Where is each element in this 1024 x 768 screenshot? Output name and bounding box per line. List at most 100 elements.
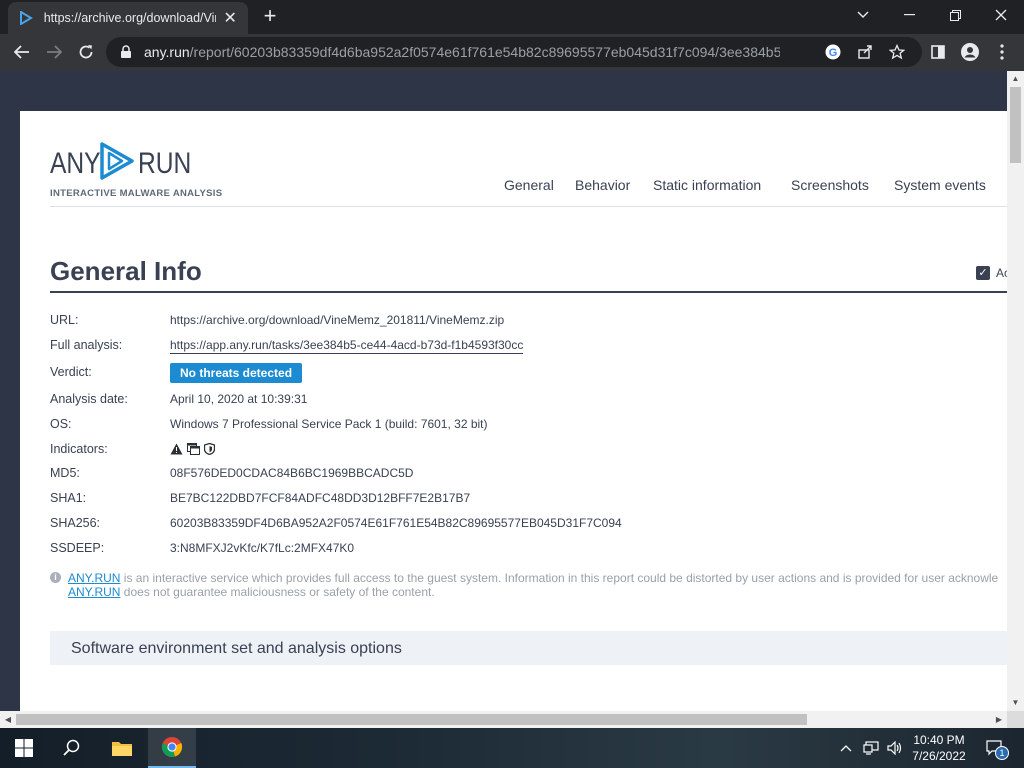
anyrun-logo[interactable]: ANY RUN INTERACTIVE MALWARE ANALYSIS: [50, 141, 222, 199]
os-value: Windows 7 Professional Service Pack 1 (b…: [170, 417, 488, 431]
nav-divider: [50, 206, 1010, 207]
nav-screenshots[interactable]: Screenshots: [791, 177, 869, 193]
url-host: any.run: [144, 44, 190, 60]
profile-avatar-icon[interactable]: [956, 38, 984, 66]
scrollbar-corner: [1007, 711, 1024, 728]
reload-button[interactable]: [72, 38, 100, 66]
row-label: SHA1:: [50, 491, 87, 505]
nav-system-events[interactable]: System events: [894, 177, 986, 193]
side-panel-icon[interactable]: [924, 38, 952, 66]
start-button[interactable]: [0, 728, 48, 768]
back-button[interactable]: [8, 38, 36, 66]
bookmark-star-icon[interactable]: [888, 43, 906, 61]
info-row-os: OS: Windows 7 Professional Service Pack …: [50, 417, 1010, 437]
vertical-scroll-thumb[interactable]: [1010, 87, 1021, 163]
row-label: MD5:: [50, 466, 80, 480]
windows-taskbar: 10:40 PM 7/26/2022 1: [0, 728, 1024, 768]
notification-count-badge: 1: [995, 746, 1009, 760]
menu-kebab-icon[interactable]: [988, 38, 1016, 66]
info-row-sha1: SHA1: BE7BC122DBD7FCF84ADFC48DD3D12BFF7E…: [50, 491, 1010, 511]
anyrun-link[interactable]: ANY.RUN: [68, 585, 120, 599]
network-icon[interactable]: [860, 728, 882, 768]
clock-date: 7/26/2022: [912, 749, 966, 763]
tab-close-icon[interactable]: ✕: [222, 8, 238, 28]
address-bar[interactable]: any.run /report/60203b83359df4d6ba952a2f…: [106, 37, 922, 67]
horizontal-scroll-thumb[interactable]: [16, 714, 807, 725]
new-tab-button[interactable]: +: [258, 5, 282, 28]
info-row-verdict: Verdict: No threats detected: [50, 363, 1010, 385]
row-label: URL:: [50, 313, 79, 327]
windows-stack-icon[interactable]: [187, 443, 200, 458]
info-row-analysis-date: Analysis date: April 10, 2020 at 10:39:3…: [50, 392, 1010, 412]
close-window-button[interactable]: [978, 0, 1024, 30]
sha256-value: 60203B83359DF4D6BA952A2F0574E61F761E54B8…: [170, 516, 622, 530]
anyrun-link[interactable]: ANY.RUN: [68, 571, 120, 585]
tray-chevron-up-icon[interactable]: [836, 728, 856, 768]
browser-toolbar: any.run /report/60203b83359df4d6ba952a2f…: [0, 34, 1024, 71]
verdict-badge: No threats detected: [170, 363, 303, 383]
file-explorer-icon[interactable]: [98, 728, 146, 768]
info-row-full-analysis: Full analysis: https://app.any.run/tasks…: [50, 338, 1010, 358]
info-row-ssdeep: SSDEEP: 3:N8MFXJ2vKfc/K7fLc:2MFX47K0: [50, 541, 1010, 561]
scroll-down-arrow-icon[interactable]: ▼: [1007, 695, 1024, 711]
taskbar-clock[interactable]: 10:40 PM 7/26/2022: [906, 732, 972, 764]
row-label: SSDEEP:: [50, 541, 105, 555]
full-analysis-link[interactable]: https://app.any.run/tasks/3ee384b5-ce44-…: [170, 338, 524, 354]
shield-icon[interactable]: [203, 442, 216, 458]
vertical-scrollbar[interactable]: ▲ ▼: [1007, 71, 1024, 711]
forward-button[interactable]: [40, 38, 68, 66]
nav-general[interactable]: General: [504, 177, 554, 193]
ssdeep-value: 3:N8MFXJ2vKfc/K7fLc:2MFX47K0: [170, 541, 355, 555]
checkbox-checked-icon[interactable]: ✓: [976, 266, 990, 280]
lock-icon[interactable]: [120, 44, 134, 60]
disclaimer-line-2: ANY.RUN does not guarantee maliciousness…: [68, 585, 435, 599]
disclaimer-text-1: is an interactive service which provides…: [120, 571, 999, 585]
info-row-md5: MD5: 08F576DED0CDAC84B6BC1969BBCADC5D: [50, 466, 1010, 486]
row-label: Indicators:: [50, 442, 108, 456]
disclaimer-text-2: does not guarantee maliciousness or safe…: [120, 585, 435, 599]
url-value: https://archive.org/download/VineMemz_20…: [170, 313, 505, 327]
chrome-taskbar-icon[interactable]: [148, 728, 196, 768]
logo-text-right: RUN: [138, 146, 192, 180]
general-info-title: General Info: [50, 256, 202, 286]
notification-center-icon[interactable]: 1: [980, 728, 1010, 768]
scroll-right-arrow-icon[interactable]: ▶: [991, 711, 1007, 728]
share-icon[interactable]: [856, 43, 874, 61]
logo-text-left: ANY: [50, 146, 101, 180]
google-icon[interactable]: G: [824, 43, 842, 61]
row-label: OS:: [50, 417, 72, 431]
search-icon[interactable]: [48, 728, 96, 768]
report-page: ANY RUN INTERACTIVE MALWARE ANALYSIS Gen…: [20, 111, 1010, 728]
row-label: Verdict:: [50, 365, 92, 379]
nav-static-information[interactable]: Static information: [653, 177, 761, 193]
disclaimer-line-1: ANY.RUN is an interactive service which …: [68, 571, 998, 585]
info-icon: i: [50, 572, 61, 583]
row-label: SHA256:: [50, 516, 101, 530]
general-info-divider: [50, 291, 1010, 293]
info-row-url: URL: https://archive.org/download/VineMe…: [50, 313, 1010, 333]
horizontal-scrollbar[interactable]: ◀ ▶: [0, 711, 1007, 728]
tab-search-icon[interactable]: [840, 0, 886, 30]
indicators-list: [170, 442, 216, 458]
warning-triangle-icon[interactable]: [170, 443, 183, 458]
row-label: Analysis date:: [50, 392, 128, 406]
software-environment-section[interactable]: Software environment set and analysis op…: [50, 631, 1010, 665]
info-row-sha256: SHA256: 60203B83359DF4D6BA952A2F0574E61F…: [50, 516, 1010, 536]
scroll-up-arrow-icon[interactable]: ▲: [1007, 71, 1024, 87]
nav-behavior[interactable]: Behavior: [575, 177, 630, 193]
restore-button[interactable]: [932, 0, 978, 30]
sha1-value: BE7BC122DBD7FCF84ADFC48DD3D12BFF7E2B17B7: [170, 491, 471, 505]
volume-icon[interactable]: [884, 728, 906, 768]
row-label: Full analysis:: [50, 338, 123, 352]
logo-tagline: INTERACTIVE MALWARE ANALYSIS: [50, 188, 223, 199]
url-path: /report/60203b83359df4d6ba952a2f0574e61f…: [189, 44, 780, 60]
browser-tab[interactable]: https://archive.org/download/Vir ✕: [8, 2, 248, 34]
anyrun-favicon-icon: [18, 10, 34, 26]
scroll-left-arrow-icon[interactable]: ◀: [0, 711, 16, 728]
analysis-date-value: April 10, 2020 at 10:39:31: [170, 392, 308, 406]
tab-title: https://archive.org/download/Vir: [43, 11, 217, 25]
section-title: Software environment set and analysis op…: [71, 640, 402, 657]
svg-text:G: G: [829, 47, 838, 59]
minimize-button[interactable]: [886, 0, 932, 30]
clock-time: 10:40 PM: [913, 733, 965, 747]
